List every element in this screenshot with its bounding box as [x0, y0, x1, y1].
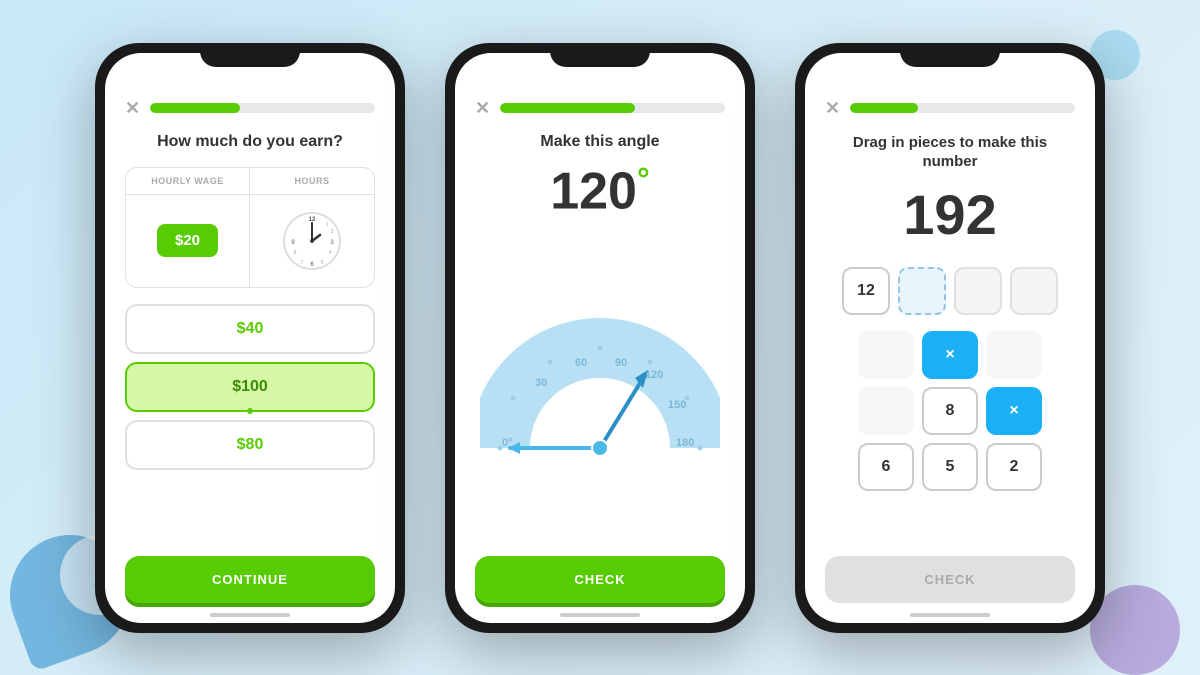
phone-2: ✕ Make this angle 120°	[445, 43, 755, 633]
answer-option-3[interactable]: $80	[125, 420, 375, 470]
svg-text:1: 1	[326, 222, 329, 228]
phone-bottom-bar-2	[560, 613, 640, 617]
angle-gauge[interactable]: 0° 30 60 90 120 150 180	[480, 318, 720, 478]
angle-symbol: °	[637, 161, 650, 197]
number-slots-row: 12	[825, 267, 1075, 315]
phone-screen-2: ✕ Make this angle 120°	[455, 53, 745, 623]
svg-text:60: 60	[575, 357, 587, 369]
tiles-row-2: 8 ×	[825, 387, 1075, 435]
phone3-title: Drag in pieces to make thisnumber	[825, 133, 1075, 172]
close-button-1[interactable]: ✕	[125, 99, 140, 117]
progress-bar-1	[150, 103, 375, 113]
wage-cell-money: $20	[126, 195, 250, 287]
phone-bottom-bar-1	[210, 613, 290, 617]
svg-text:150: 150	[668, 399, 686, 411]
check-button-2[interactable]: CHECK	[475, 556, 725, 603]
svg-text:5: 5	[321, 260, 324, 266]
header-bar-1: ✕	[125, 83, 375, 117]
phone-screen-1: ✕ How much do you earn? Hourly WAGE hour…	[105, 53, 395, 623]
phone-3: ✕ Drag in pieces to make thisnumber 192 …	[795, 43, 1105, 633]
continue-button[interactable]: CONTINUE	[125, 556, 375, 603]
answer-option-1[interactable]: $40	[125, 304, 375, 354]
wage-col-header-2: hours	[250, 168, 374, 194]
answer-option-2[interactable]: $100	[125, 362, 375, 412]
phone-bottom-bar-3	[910, 613, 990, 617]
svg-text:180: 180	[676, 437, 694, 449]
screen-content-2: ✕ Make this angle 120°	[455, 53, 745, 623]
svg-text:7: 7	[301, 260, 304, 266]
phone-1: ✕ How much do you earn? Hourly WAGE hour…	[95, 43, 405, 633]
slot-ghost-2	[1010, 267, 1058, 315]
phone1-title: How much do you earn?	[125, 133, 375, 151]
angle-display: 120°	[475, 161, 725, 221]
tiles-area: × 8 × 6 5 2	[825, 331, 1075, 556]
wage-table-header: Hourly WAGE hours	[126, 168, 374, 195]
phone-notch-1	[200, 43, 300, 67]
tiles-row-1: ×	[825, 331, 1075, 379]
screen-content-1: ✕ How much do you earn? Hourly WAGE hour…	[105, 53, 395, 623]
answer-options: $40 $100 $80	[125, 304, 375, 556]
progress-fill-2	[500, 103, 635, 113]
close-button-2[interactable]: ✕	[475, 99, 490, 117]
tile-2[interactable]: 2	[986, 443, 1042, 491]
slot-empty-1[interactable]	[898, 267, 946, 315]
progress-fill-3	[850, 103, 917, 113]
progress-fill-1	[150, 103, 240, 113]
wage-table-body: $20 12 3 6 9 1 2	[126, 195, 374, 287]
tiles-row-3: 6 5 2	[825, 443, 1075, 491]
svg-text:8: 8	[294, 250, 297, 256]
slot-ghost-1	[954, 267, 1002, 315]
tile-multiply-2[interactable]: ×	[986, 387, 1042, 435]
phone-screen-3: ✕ Drag in pieces to make thisnumber 192 …	[805, 53, 1095, 623]
header-bar-3: ✕	[825, 83, 1075, 117]
wage-cell-clock: 12 3 6 9 1 2 4 5 7 8	[250, 195, 374, 287]
progress-bar-3	[850, 103, 1075, 113]
tile-empty-1	[858, 331, 914, 379]
clock-icon: 12 3 6 9 1 2 4 5 7 8	[282, 211, 342, 271]
header-bar-2: ✕	[475, 83, 725, 117]
screen-content-3: ✕ Drag in pieces to make thisnumber 192 …	[805, 53, 1095, 623]
tile-empty-3	[858, 387, 914, 435]
close-button-3[interactable]: ✕	[825, 99, 840, 117]
wage-col-header-1: Hourly WAGE	[126, 168, 250, 194]
slot-filled: 12	[842, 267, 890, 315]
svg-text:90: 90	[615, 357, 627, 369]
check-button-3[interactable]: CHECK	[825, 556, 1075, 603]
phone-notch-3	[900, 43, 1000, 67]
svg-text:4: 4	[329, 250, 332, 256]
progress-bar-2	[500, 103, 725, 113]
angle-number: 120	[550, 162, 637, 220]
svg-text:2: 2	[331, 229, 334, 235]
money-badge: $20	[157, 224, 218, 257]
wage-table: Hourly WAGE hours $20 12 3	[125, 167, 375, 288]
tile-8[interactable]: 8	[922, 387, 978, 435]
phone2-title: Make this angle	[475, 133, 725, 151]
target-number: 192	[825, 182, 1075, 247]
tile-6[interactable]: 6	[858, 443, 914, 491]
tile-multiply-1[interactable]: ×	[922, 331, 978, 379]
tile-5[interactable]: 5	[922, 443, 978, 491]
gauge-container: 0° 30 60 90 120 150 180	[475, 241, 725, 556]
svg-text:30: 30	[535, 377, 547, 389]
tile-empty-2	[986, 331, 1042, 379]
phone-notch-2	[550, 43, 650, 67]
